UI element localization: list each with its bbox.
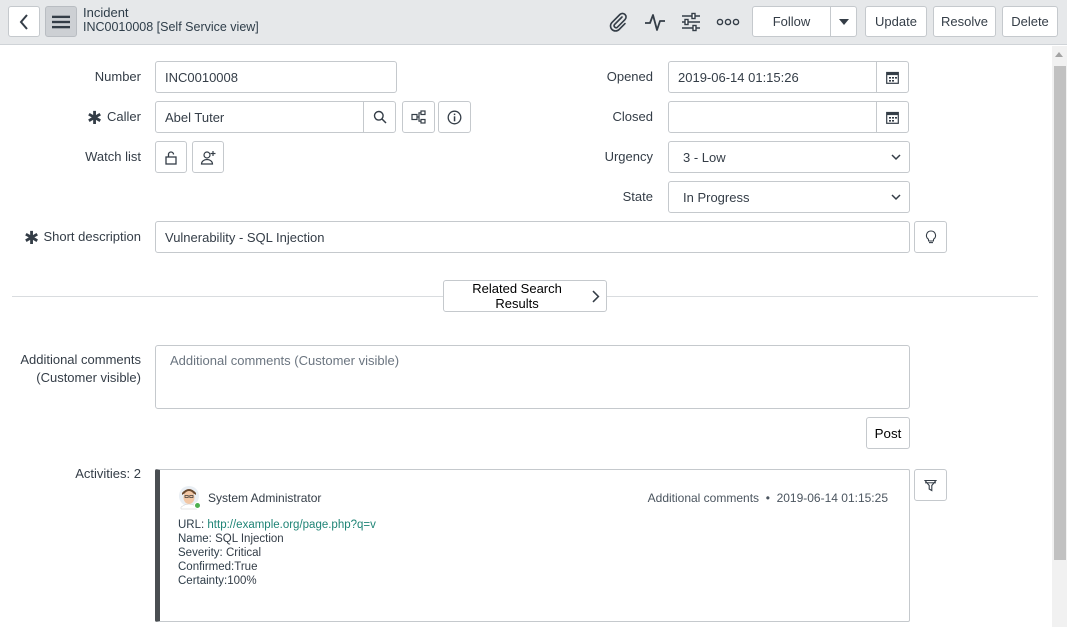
watch-list-label: Watch list <box>85 149 141 164</box>
lightbulb-icon <box>925 229 936 243</box>
activity-meta: Additional comments • 2019-06-14 01:15:2… <box>647 491 888 505</box>
form-header: Incident INC0010008 [Self Service view] … <box>0 0 1067 45</box>
activity-line-key: Certainty: <box>178 575 228 587</box>
add-user-icon <box>200 150 216 165</box>
preview-record-button[interactable] <box>438 101 471 133</box>
activity-line-key: Confirmed: <box>178 561 235 573</box>
activity-line-key: URL: <box>178 519 208 531</box>
related-search-results-label: Related Search Results <box>472 281 562 311</box>
opened-field[interactable]: 2019-06-14 01:15:26 <box>668 61 909 93</box>
form-title-block: Incident INC0010008 [Self Service view] <box>83 5 259 35</box>
activity-line-key: Severity: <box>178 547 226 559</box>
activity-author: System Administrator <box>208 491 322 505</box>
opened-label: Opened <box>606 69 653 84</box>
attachment-icon[interactable] <box>606 10 630 34</box>
post-button[interactable]: Post <box>866 417 910 449</box>
chevron-down-icon <box>891 194 901 201</box>
activity-line-value: 100% <box>227 575 257 587</box>
suggestion-button[interactable] <box>914 221 947 253</box>
additional-comments-label: Additional comments <box>20 352 141 367</box>
activity-entry: System Administrator Additional comments… <box>155 469 910 622</box>
state-value: In Progress <box>683 189 750 205</box>
number-field[interactable]: INC0010008 <box>155 61 397 93</box>
activity-line-severity: Severity: Critical <box>178 547 261 559</box>
activity-line-value: True <box>234 561 258 573</box>
closed-field[interactable] <box>668 101 909 133</box>
activity-line-value: Critical <box>225 547 262 559</box>
chevron-left-icon <box>19 13 28 30</box>
related-search-results-button[interactable]: Related Search Results <box>443 280 607 312</box>
filter-icon <box>924 479 937 491</box>
additional-comments-input[interactable]: Additional comments (Customer visible) <box>155 345 910 409</box>
calendar-icon <box>886 71 899 84</box>
chevron-right-icon <box>592 290 600 302</box>
activity-line-certainty: Certainty:100% <box>178 575 257 587</box>
activity-url-link[interactable]: http://example.org/page.php?q=v <box>207 519 375 531</box>
state-select[interactable]: In Progress <box>668 181 910 213</box>
chevron-down-icon <box>891 154 901 161</box>
unlock-watch-list-button[interactable] <box>155 141 187 173</box>
form-subtitle: INC0010008 [Self Service view] <box>83 20 259 34</box>
caller-value: Abel Tuter <box>165 109 225 125</box>
delete-button[interactable]: Delete <box>1002 6 1058 37</box>
required-marker: ✱ <box>87 108 103 128</box>
unlock-icon <box>165 150 177 165</box>
activity-line-key: Name: <box>178 533 216 545</box>
short-description-label: Short description <box>43 229 141 244</box>
urgency-select[interactable]: 3 - Low <box>668 141 910 173</box>
resolve-button[interactable]: Resolve <box>933 6 996 37</box>
caller-lookup-button[interactable] <box>363 101 395 133</box>
form-title: Incident <box>83 5 129 20</box>
more-options-icon[interactable] <box>716 10 740 34</box>
opened-value: 2019-06-14 01:15:26 <box>678 69 799 85</box>
add-me-button[interactable] <box>192 141 224 173</box>
caret-down-icon <box>838 18 849 25</box>
info-icon <box>447 110 462 124</box>
required-marker: ✱ <box>24 228 40 248</box>
back-button[interactable] <box>8 6 40 37</box>
urgency-value: 3 - Low <box>683 149 726 165</box>
follow-button[interactable]: Follow <box>752 6 831 37</box>
activity-line-url: URL: http://example.org/page.php?q=v <box>178 519 376 531</box>
avatar <box>179 486 201 510</box>
hierarchy-icon <box>410 110 426 124</box>
short-description-field[interactable]: Vulnerability - SQL Injection <box>155 221 910 253</box>
personalize-form-icon[interactable] <box>679 10 703 34</box>
context-menu-button[interactable] <box>45 6 77 37</box>
calendar-icon <box>886 111 899 124</box>
activity-stream-icon[interactable] <box>643 10 667 34</box>
state-label: State <box>622 189 653 204</box>
activity-line-confirmed: Confirmed:True <box>178 561 257 573</box>
opened-calendar-button[interactable] <box>876 61 908 93</box>
number-label: Number <box>94 69 141 84</box>
activity-filter-button[interactable] <box>914 469 947 501</box>
activity-line-value: SQL Injection <box>215 533 284 545</box>
follow-dropdown-button[interactable] <box>830 6 857 37</box>
activity-line-name: Name: SQL Injection <box>178 533 284 545</box>
closed-label: Closed <box>612 109 653 124</box>
show-related-button[interactable] <box>402 101 435 133</box>
scrollbar-thumb[interactable] <box>1054 66 1066 560</box>
update-button[interactable]: Update <box>865 6 927 37</box>
additional-comments-sublabel: (Customer visible) <box>36 370 141 385</box>
hamburger-icon <box>52 15 70 28</box>
closed-calendar-button[interactable] <box>876 101 908 133</box>
search-icon <box>373 110 387 124</box>
caller-label: Caller <box>107 109 141 124</box>
urgency-label: Urgency <box>604 149 653 164</box>
activities-label: Activities: 2 <box>75 466 141 481</box>
scroll-up-arrow-icon[interactable] <box>1055 52 1063 57</box>
caller-field[interactable]: Abel Tuter <box>155 101 396 133</box>
